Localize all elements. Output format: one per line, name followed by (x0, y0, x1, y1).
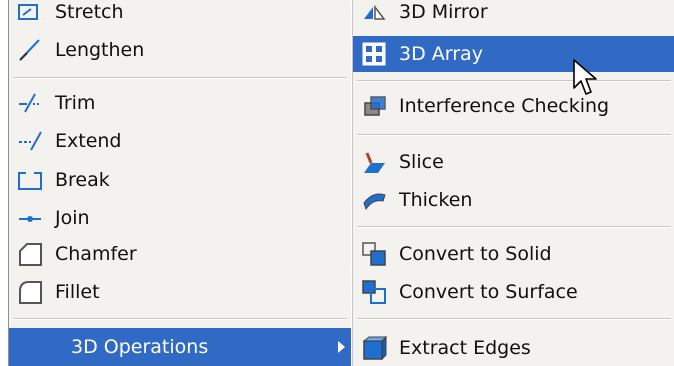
stretch-icon (17, 0, 43, 25)
menu-item-extract-edges[interactable]: Extract Edges (353, 330, 674, 366)
menu-separator (13, 318, 347, 320)
menu-item-label: Stretch (55, 1, 124, 23)
mouse-pointer-icon (573, 59, 597, 95)
menu-item-label: 3D Operations (71, 336, 209, 358)
chamfer-icon (17, 241, 43, 267)
menu-item-stretch[interactable]: Stretch (9, 0, 351, 30)
3d-operations-submenu: 3D Mirror 3D Array Interference Checking… (352, 0, 674, 366)
extend-icon (17, 128, 43, 154)
menu-item-extend[interactable]: Extend (9, 123, 351, 159)
menu-item-label: Lengthen (55, 39, 145, 61)
modify-menu: Stretch Lengthen Trim Extend Break Join (8, 0, 351, 366)
menu-item-label: Thicken (399, 189, 473, 211)
fillet-icon (17, 279, 43, 305)
interference-checking-icon (361, 93, 387, 119)
3d-array-icon (361, 41, 387, 67)
menu-item-slice[interactable]: Slice (353, 144, 674, 180)
join-icon (17, 205, 43, 231)
menu-separator (357, 226, 671, 228)
menu-separator (357, 318, 671, 320)
menu-item-lengthen[interactable]: Lengthen (9, 32, 351, 68)
menu-item-label: Break (55, 169, 110, 191)
menu-item-label: Trim (55, 92, 96, 114)
lengthen-icon (17, 37, 43, 63)
extract-edges-icon (361, 335, 388, 361)
menu-item-3d-operations[interactable]: 3D Operations (9, 328, 351, 366)
menu-item-fillet[interactable]: Fillet (9, 274, 351, 310)
menu-item-label: Fillet (55, 281, 100, 303)
menu-item-label: 3D Mirror (399, 1, 488, 23)
menu-item-label: Extract Edges (399, 337, 531, 359)
menu-item-join[interactable]: Join (9, 200, 351, 236)
menu-item-chamfer[interactable]: Chamfer (9, 236, 351, 272)
3d-operations-icon (17, 334, 43, 360)
thicken-icon (361, 187, 387, 213)
slice-icon (361, 149, 387, 175)
menu-item-label: Extend (55, 130, 122, 152)
menu-item-label: Chamfer (55, 243, 137, 265)
menu-item-label: Convert to Solid (399, 243, 552, 265)
3d-mirror-icon (361, 0, 387, 25)
menu-item-label: Convert to Surface (399, 281, 578, 303)
menu-item-label: 3D Array (399, 43, 483, 65)
menu-item-label: Join (55, 207, 90, 229)
menu-separator (13, 77, 347, 79)
menu-item-label: Slice (399, 151, 444, 173)
menu-item-trim[interactable]: Trim (9, 85, 351, 121)
menu-item-interference-checking[interactable]: Interference Checking (353, 88, 674, 124)
break-icon (17, 167, 43, 193)
menu-item-3d-mirror[interactable]: 3D Mirror (353, 0, 674, 30)
menu-item-3d-array[interactable]: 3D Array (353, 36, 674, 72)
trim-icon (17, 90, 43, 116)
menu-item-thicken[interactable]: Thicken (353, 182, 674, 218)
menu-item-break[interactable]: Break (9, 162, 351, 198)
menu-separator (357, 80, 671, 82)
menu-separator (357, 134, 671, 136)
menu-item-convert-to-surface[interactable]: Convert to Surface (353, 274, 674, 310)
submenu-arrow-icon (338, 341, 345, 353)
convert-to-solid-icon (361, 241, 387, 267)
convert-to-surface-icon (361, 279, 387, 305)
menu-item-convert-to-solid[interactable]: Convert to Solid (353, 236, 674, 272)
